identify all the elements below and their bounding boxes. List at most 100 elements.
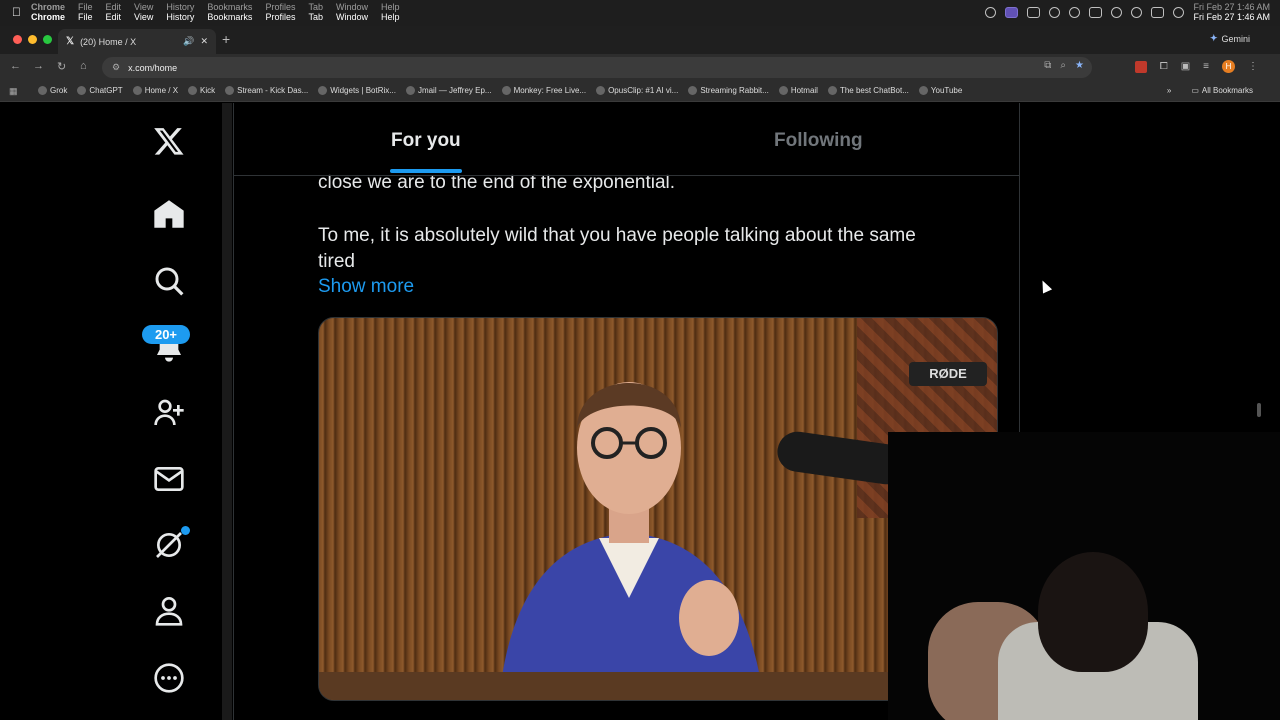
chatgpt-icon: [77, 86, 87, 95]
speaker-icon[interactable]: 🔊: [183, 36, 194, 47]
monkey-icon: [501, 86, 511, 95]
menu-profiles[interactable]: Profiles Profiles: [265, 2, 295, 22]
chatbot-icon: [827, 86, 837, 95]
minimize-window-button[interactable]: [28, 35, 37, 44]
menu-file[interactable]: File File: [78, 2, 93, 22]
outlook-icon: [778, 86, 788, 95]
url-text: x.com/home: [128, 62, 178, 73]
site-info-icon[interactable]: ⚙: [112, 62, 120, 73]
webcam-person-head: [1038, 552, 1148, 672]
more-options-icon[interactable]: [153, 662, 185, 694]
tab-title: (20) Home / X: [80, 36, 137, 47]
close-tab-icon[interactable]: ✕: [200, 36, 208, 47]
profile-avatar[interactable]: H: [1222, 60, 1235, 73]
feed-tabs: For you Following: [234, 103, 1019, 176]
explore-search-icon[interactable]: [153, 265, 185, 297]
gmail-icon: [405, 86, 415, 95]
follow-people-icon[interactable]: [153, 397, 185, 429]
cast-icon[interactable]: ⧉: [1044, 60, 1051, 71]
bookmark-item[interactable]: OpusClip: #1 AI vi...: [596, 86, 678, 95]
bookmark-item[interactable]: Grok: [38, 86, 67, 95]
opusclip-icon: [596, 86, 606, 95]
address-bar[interactable]: ⚙ x.com/home ⧉ ⌕ ★: [102, 57, 1092, 78]
x-logo-icon[interactable]: [153, 125, 185, 157]
zoom-icon[interactable]: ⌕: [1060, 60, 1066, 71]
menu-help[interactable]: Help Help: [381, 2, 400, 22]
battery-icon[interactable]: [1089, 6, 1103, 18]
back-icon[interactable]: ←: [10, 60, 21, 72]
browser-tab-x-home[interactable]: 𝕏 (20) Home / X 🔊 ✕: [58, 29, 216, 54]
browser-toolbar: ← → ↻ ⌂ ⚙ x.com/home ⧉ ⌕ ★ ⧠ ▣ ≡ H ⋮: [0, 54, 1280, 81]
notifications-badge: 20+: [142, 325, 190, 344]
bookmark-item[interactable]: YouTube: [918, 86, 962, 95]
control-center-icon[interactable]: [1151, 6, 1165, 18]
menu-window[interactable]: Window Window: [336, 2, 368, 22]
grok-icon[interactable]: [153, 529, 185, 561]
kick-icon: [188, 86, 198, 95]
bookmark-item[interactable]: Widgets | BotRix...: [318, 86, 396, 95]
menu-bookmarks[interactable]: Bookmarks Bookmarks: [207, 2, 252, 22]
menu-edit[interactable]: Edit Edit: [106, 2, 122, 22]
maximize-window-button[interactable]: [43, 35, 52, 44]
side-panel-icon[interactable]: ▣: [1181, 61, 1190, 72]
menu-tab[interactable]: Tab Tab: [308, 2, 323, 22]
grok-new-dot: [181, 526, 190, 535]
tab-following[interactable]: Following: [774, 130, 863, 152]
more-bookmarks-button[interactable]: »: [1167, 86, 1171, 95]
forward-icon[interactable]: →: [33, 60, 44, 72]
home-icon[interactable]: [153, 198, 185, 230]
window-controls: [13, 35, 52, 44]
bookmark-item[interactable]: Hotmail: [778, 86, 818, 95]
apple-logo-icon[interactable]: : [12, 2, 21, 22]
x-favicon-icon: 𝕏: [66, 36, 75, 47]
status-app-icon[interactable]: [985, 6, 997, 18]
bookmark-item[interactable]: ChatGPT: [77, 86, 123, 95]
microphone-label: RØDE: [909, 362, 987, 386]
headphones-icon[interactable]: [1049, 6, 1061, 18]
x-left-nav: 20+: [0, 103, 224, 720]
bookmark-item[interactable]: Kick: [188, 86, 215, 95]
nav-scrollbar[interactable]: [222, 103, 232, 720]
menubar-clock[interactable]: Fri Feb 27 1:46 AM Fri Feb 27 1:46 AM: [1193, 2, 1270, 22]
close-window-button[interactable]: [13, 35, 22, 44]
bookmark-item[interactable]: Monkey: Free Live...: [501, 86, 586, 95]
bookmark-item[interactable]: Streaming Rabbit...: [688, 86, 769, 95]
wifi-icon[interactable]: [1111, 6, 1123, 18]
apps-grid-icon[interactable]: ▦: [9, 86, 18, 97]
scrollbar-thumb[interactable]: [1257, 403, 1261, 417]
profile-icon[interactable]: [153, 595, 185, 627]
bookmark-star-icon[interactable]: ★: [1075, 60, 1084, 71]
menu-history[interactable]: History History: [166, 2, 194, 22]
screen-record-icon[interactable]: [1005, 6, 1019, 18]
home-icon[interactable]: ⌂: [80, 60, 87, 72]
extension-icon[interactable]: [1134, 60, 1147, 73]
search-icon[interactable]: [1131, 6, 1143, 18]
menu-view[interactable]: View View: [134, 2, 153, 22]
botrix-icon: [318, 86, 328, 95]
play-icon[interactable]: [1069, 6, 1081, 18]
folder-icon: [688, 86, 698, 95]
bookmark-item[interactable]: The best ChatBot...: [827, 86, 909, 95]
bookmark-item[interactable]: Stream - Kick Das...: [225, 86, 308, 95]
eye-icon[interactable]: [1027, 6, 1041, 18]
youtube-icon: [918, 86, 928, 95]
messages-mail-icon[interactable]: [153, 463, 185, 495]
menu-app-name[interactable]: Chrome Chrome: [31, 2, 65, 22]
webcam-overlay: [888, 432, 1280, 720]
show-more-link[interactable]: Show more: [318, 276, 414, 298]
bookmark-item[interactable]: Home / X: [132, 86, 178, 95]
gemini-button[interactable]: ✦ Gemini: [1210, 33, 1250, 44]
folder-icon: ▭: [1191, 86, 1199, 95]
macos-menu-bar:  ChromeChrome FileFile EditEdit ViewVie…: [0, 0, 1280, 26]
tab-for-you[interactable]: For you: [391, 130, 461, 152]
all-bookmarks-button[interactable]: ▭ All Bookmarks: [1191, 86, 1253, 95]
reload-icon[interactable]: ↻: [57, 60, 66, 73]
extensions-puzzle-icon[interactable]: ⧠: [1160, 61, 1168, 72]
speaker-person-image: [499, 382, 764, 700]
active-tab-indicator: [390, 169, 462, 173]
bookmark-item[interactable]: Jmail — Jeffrey Ep...: [405, 86, 492, 95]
siri-icon[interactable]: [1173, 6, 1185, 18]
reading-list-icon[interactable]: ≡: [1203, 61, 1209, 72]
new-tab-button[interactable]: +: [222, 31, 230, 47]
menu-kebab-icon[interactable]: ⋮: [1248, 61, 1258, 72]
